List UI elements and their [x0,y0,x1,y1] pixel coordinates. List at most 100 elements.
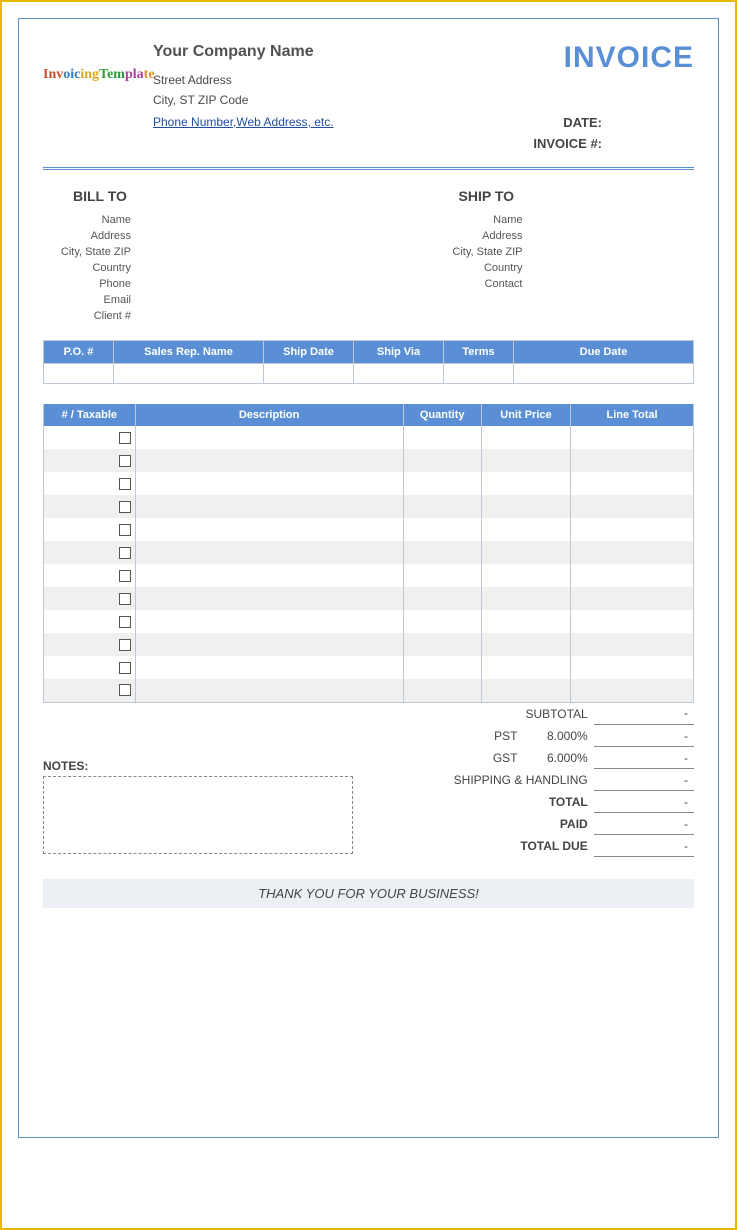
line-total[interactable] [571,472,694,495]
bill-country-label: Country [43,262,137,274]
line-taxable[interactable] [44,449,136,472]
line-taxable[interactable] [44,518,136,541]
line-description[interactable] [135,633,403,656]
line-unitprice[interactable] [481,633,570,656]
line-unitprice[interactable] [481,541,570,564]
order-shipvia[interactable] [354,364,444,384]
line-taxable[interactable] [44,656,136,679]
line-taxable[interactable] [44,633,136,656]
line-description[interactable] [135,564,403,587]
line-quantity[interactable] [403,656,481,679]
ship-to: SHIP TO Name Address City, State ZIP Cou… [369,188,695,326]
line-quantity[interactable] [403,426,481,449]
checkbox-icon[interactable] [119,570,131,582]
order-due[interactable] [514,364,694,384]
th-linetotal: Line Total [571,404,694,426]
line-description[interactable] [135,449,403,472]
line-quantity[interactable] [403,610,481,633]
line-quantity[interactable] [403,679,481,702]
contact-link[interactable]: Phone Number,Web Address, etc. [153,115,334,129]
line-total[interactable] [571,656,694,679]
line-total[interactable] [571,633,694,656]
checkbox-icon[interactable] [119,432,131,444]
line-unitprice[interactable] [481,518,570,541]
notes-label: NOTES: [43,759,353,773]
th-terms: Terms [444,341,514,364]
line-description[interactable] [135,426,403,449]
line-unitprice[interactable] [481,610,570,633]
checkbox-icon[interactable] [119,639,131,651]
logo-text: InvoicingTemplate [43,67,155,82]
line-total[interactable] [571,587,694,610]
ship-address-label: Address [379,230,529,242]
line-total[interactable] [571,679,694,702]
line-description[interactable] [135,587,403,610]
line-quantity[interactable] [403,472,481,495]
line-taxable[interactable] [44,541,136,564]
th-quantity: Quantity [403,404,481,426]
line-quantity[interactable] [403,449,481,472]
line-total[interactable] [571,449,694,472]
line-row [44,495,694,518]
order-rep[interactable] [114,364,264,384]
line-row [44,518,694,541]
checkbox-icon[interactable] [119,616,131,628]
line-total[interactable] [571,610,694,633]
th-shipdate: Ship Date [264,341,354,364]
line-taxable[interactable] [44,679,136,702]
subtotal-label: SUBTOTAL [353,703,594,725]
order-terms[interactable] [444,364,514,384]
line-taxable[interactable] [44,587,136,610]
line-description[interactable] [135,518,403,541]
checkbox-icon[interactable] [119,662,131,674]
line-unitprice[interactable] [481,564,570,587]
checkbox-icon[interactable] [119,593,131,605]
order-shipdate[interactable] [264,364,354,384]
line-total[interactable] [571,495,694,518]
line-quantity[interactable] [403,587,481,610]
line-description[interactable] [135,656,403,679]
th-due: Due Date [514,341,694,364]
line-total[interactable] [571,426,694,449]
line-unitprice[interactable] [481,587,570,610]
checkbox-icon[interactable] [119,478,131,490]
checkbox-icon[interactable] [119,684,131,696]
subtotal-value: - [594,703,694,725]
line-description[interactable] [135,610,403,633]
line-total[interactable] [571,564,694,587]
line-taxable[interactable] [44,472,136,495]
line-taxable[interactable] [44,564,136,587]
line-description[interactable] [135,472,403,495]
checkbox-icon[interactable] [119,547,131,559]
notes-box[interactable] [43,776,353,854]
line-quantity[interactable] [403,564,481,587]
ship-city-label: City, State ZIP [379,246,529,258]
line-unitprice[interactable] [481,472,570,495]
line-description[interactable] [135,679,403,702]
order-po[interactable] [44,364,114,384]
th-taxable: # / Taxable [44,404,136,426]
line-quantity[interactable] [403,541,481,564]
party-row: BILL TO Name Address City, State ZIP Cou… [43,188,694,326]
bill-to: BILL TO Name Address City, State ZIP Cou… [43,188,369,326]
line-total[interactable] [571,541,694,564]
line-unitprice[interactable] [481,449,570,472]
line-quantity[interactable] [403,518,481,541]
line-unitprice[interactable] [481,495,570,518]
line-unitprice[interactable] [481,656,570,679]
checkbox-icon[interactable] [119,455,131,467]
line-total[interactable] [571,518,694,541]
line-unitprice[interactable] [481,679,570,702]
line-description[interactable] [135,541,403,564]
line-description[interactable] [135,495,403,518]
checkbox-icon[interactable] [119,501,131,513]
line-taxable[interactable] [44,610,136,633]
paid-label: PAID [353,813,594,835]
order-table: P.O. # Sales Rep. Name Ship Date Ship Vi… [43,340,694,384]
line-taxable[interactable] [44,495,136,518]
line-unitprice[interactable] [481,426,570,449]
line-quantity[interactable] [403,633,481,656]
line-quantity[interactable] [403,495,481,518]
checkbox-icon[interactable] [119,524,131,536]
line-taxable[interactable] [44,426,136,449]
